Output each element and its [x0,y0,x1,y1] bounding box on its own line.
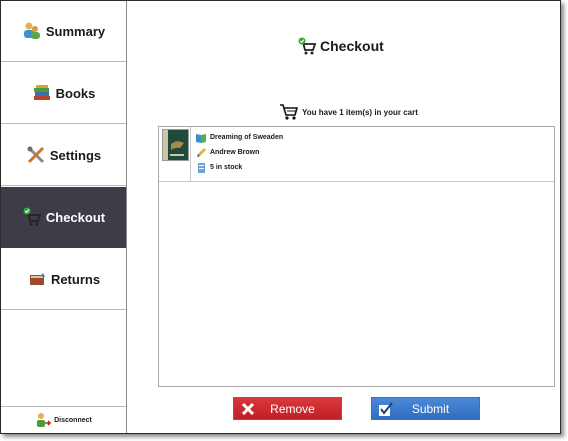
sidebar-item-settings[interactable]: Settings [1,125,126,186]
book-author: Andrew Brown [210,149,260,156]
stock-icon [198,162,205,173]
cart-icon [280,104,299,120]
sidebar-item-label: Summary [45,23,106,39]
books-icon [33,85,50,100]
sidebar-item-books[interactable]: Books [1,63,126,124]
submit-button[interactable]: Submit [371,397,480,420]
close-icon [241,402,255,416]
cart-check-icon [23,207,42,226]
book-title: Dreaming of Sweaden [210,134,284,141]
sidebar-item-label: Books [55,85,96,101]
app-window: Summary Books Settings Checkout Returns … [0,0,561,434]
sidebar-item-label: Returns [50,271,101,287]
disconnect-label: Disconnect [54,416,92,424]
cart-check-icon [298,37,317,55]
cart-items-list: Dreaming of Sweaden Andrew Brown 5 in st… [158,126,555,387]
checkbox-check-icon [379,402,393,416]
remove-button-label: Remove [270,401,315,416]
cart-summary: You have 1 item(s) in your cart [279,103,418,121]
book-cover-image [162,129,189,161]
disconnect-button[interactable]: Disconnect [1,406,126,433]
sidebar-item-label: Settings [49,147,102,163]
book-icon [196,133,206,143]
page-title-text: Checkout [320,38,384,54]
sidebar-item-summary[interactable]: Summary [1,1,126,62]
sidebar: Summary Books Settings Checkout Returns … [1,1,127,433]
tools-icon [27,146,44,164]
sidebar-item-label: Checkout [45,209,106,225]
user-logout-icon [37,413,52,427]
page-title: Checkout [297,37,384,55]
sidebar-item-checkout[interactable]: Checkout [1,187,126,248]
book-stock-line: 5 in stock [195,161,242,174]
book-title-line: Dreaming of Sweaden [195,131,283,144]
users-icon [23,22,40,39]
book-thumbnail-cell [159,127,191,181]
pencil-icon [197,147,206,157]
book-stock: 5 in stock [210,164,243,171]
cart-summary-text: You have 1 item(s) in your cart [302,107,418,117]
submit-button-label: Submit [411,401,450,416]
remove-button[interactable]: Remove [233,397,342,420]
cart-item-row[interactable]: Dreaming of Sweaden Andrew Brown 5 in st… [159,127,554,182]
book-author-line: Andrew Brown [195,146,259,159]
sidebar-item-returns[interactable]: Returns [1,249,126,310]
book-return-icon [29,273,45,285]
